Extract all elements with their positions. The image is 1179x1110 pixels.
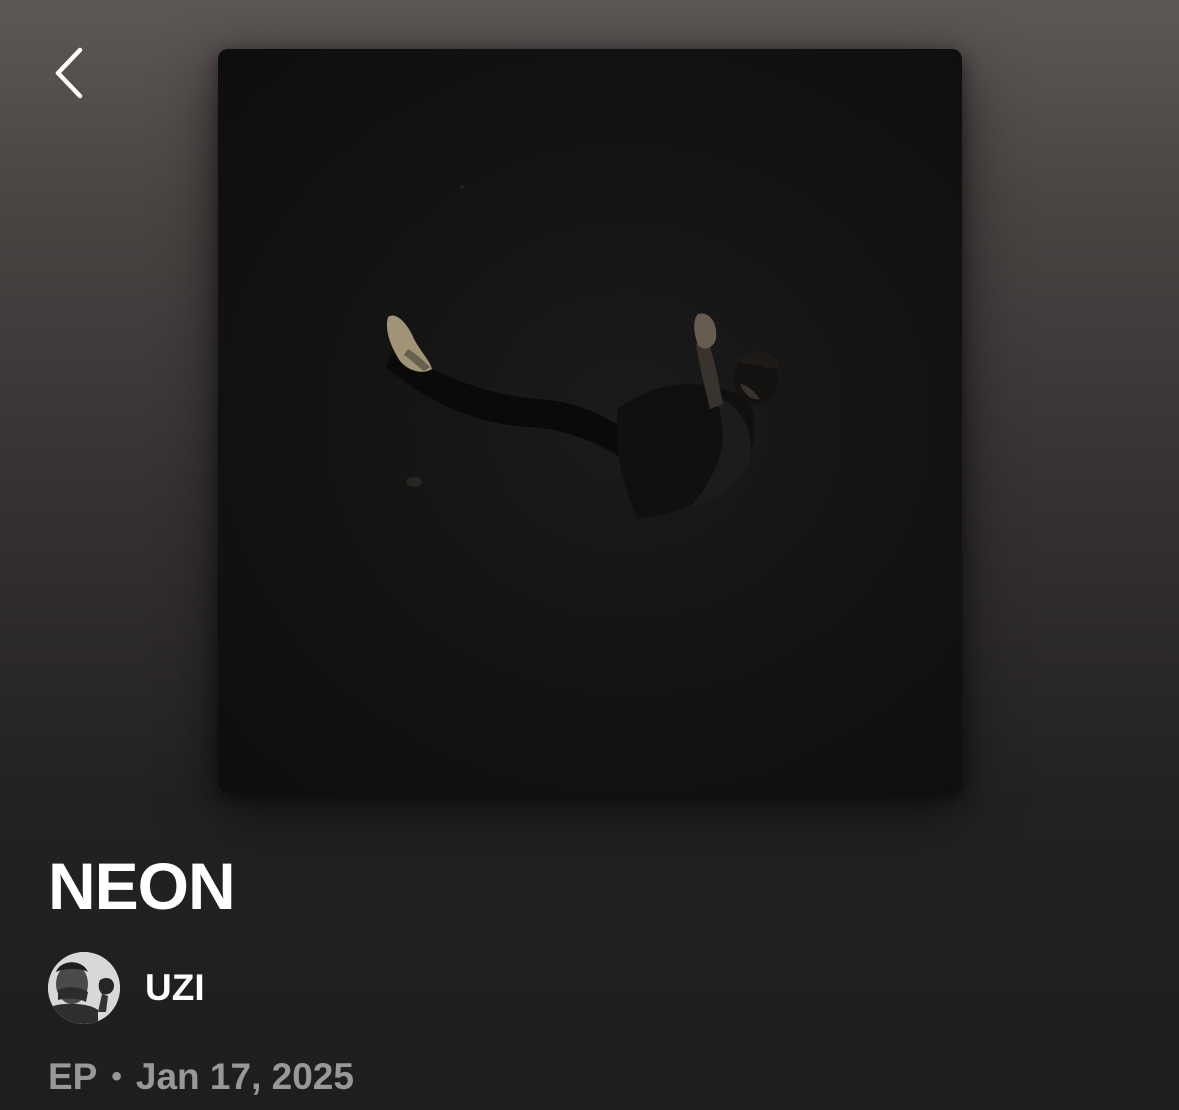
album-title: NEON <box>48 849 236 923</box>
artist-link[interactable]: UZI <box>48 952 205 1024</box>
artist-name[interactable]: UZI <box>145 967 205 1009</box>
release-date: Jan 17, 2025 <box>135 1056 354 1097</box>
back-button[interactable] <box>42 42 98 104</box>
release-meta: EP • Jan 17, 2025 <box>48 1053 354 1101</box>
cover-figure-illustration <box>386 185 780 519</box>
chevron-left-icon <box>50 45 90 101</box>
release-type: EP <box>48 1056 98 1097</box>
meta-separator: • <box>111 1060 122 1093</box>
album-cover-art <box>218 49 962 793</box>
artist-avatar[interactable] <box>48 952 120 1024</box>
